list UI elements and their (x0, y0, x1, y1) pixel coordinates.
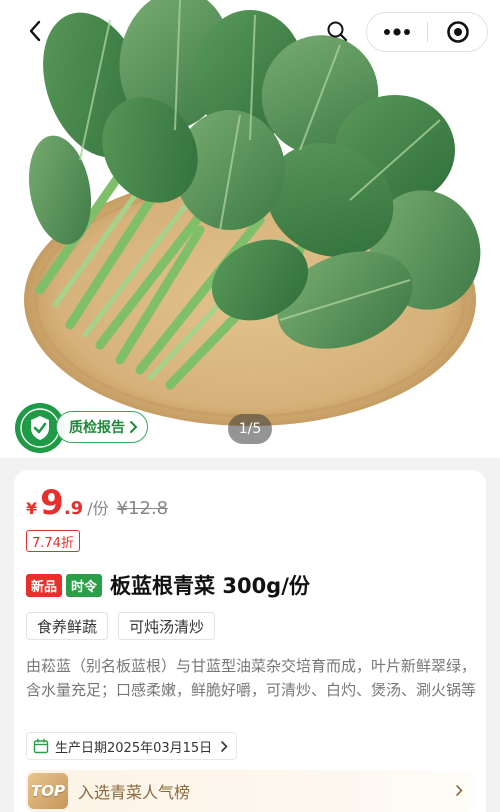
calendar-icon (33, 738, 49, 754)
quality-report-label: 质检报告 (69, 420, 125, 436)
more-button[interactable] (367, 13, 427, 51)
seasonal-badge: 时令 (66, 573, 103, 597)
price-unit: /份 (87, 499, 109, 518)
mini-program-capsule (366, 12, 488, 52)
produce-photo (24, 0, 481, 426)
top-badge: TOP (28, 773, 68, 809)
back-arrow-icon (29, 20, 41, 42)
price-row: ¥ 9 .9 /份 ¥12.8 (26, 486, 168, 526)
new-badge: 新品 (26, 573, 63, 597)
production-date-button[interactable]: 生产日期2025年03月15日 (26, 732, 238, 760)
image-pager: 1/5 (228, 414, 272, 444)
back-button[interactable] (20, 16, 50, 46)
chevron-right-icon (221, 741, 228, 752)
product-title: 板蓝根青菜 300g/份 (110, 574, 310, 598)
product-description: 由菘蓝（别名板蓝根）与甘蓝型油菜杂交培育而成，叶片新鲜翠绿，含水量充足；口感柔嫩… (26, 657, 477, 699)
quality-report-link[interactable]: 质检报告 (56, 411, 148, 443)
ranking-banner[interactable]: TOP 入选青菜人气榜 (26, 770, 474, 812)
chevron-right-icon (456, 785, 463, 796)
close-target-icon (446, 21, 469, 43)
original-price: ¥12.8 (116, 498, 169, 519)
feature-tag: 可炖汤清炒 (118, 612, 216, 640)
chevron-right-icon (130, 421, 138, 433)
search-icon (327, 21, 348, 42)
discount-badge: 7.74折 (26, 530, 80, 552)
feature-tags: 食养鲜蔬 可炖汤清炒 (26, 612, 225, 640)
more-dots-icon (384, 28, 410, 36)
price-decimal: .9 (63, 498, 84, 519)
title-row: 新品 时令 板蓝根青菜 300g/份 (26, 570, 310, 600)
price-integer: 9 (40, 483, 64, 523)
search-button[interactable] (322, 16, 352, 46)
close-button[interactable] (428, 13, 487, 51)
currency-symbol: ¥ (26, 499, 38, 518)
product-info-card: ¥ 9 .9 /份 ¥12.8 7.74折 新品 时令 板蓝根青菜 300g/份… (14, 470, 486, 812)
production-date-text: 生产日期2025年03月15日 (55, 740, 213, 756)
feature-tag: 食养鲜蔬 (26, 612, 109, 640)
ranking-text: 入选青菜人气榜 (78, 783, 191, 802)
product-image-gallery[interactable]: 质检报告 1/5 (0, 0, 500, 458)
